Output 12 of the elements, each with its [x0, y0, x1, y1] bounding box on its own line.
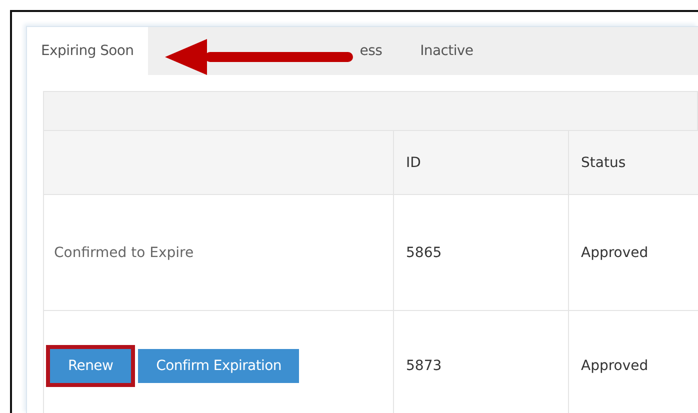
column-header: Status — [569, 130, 698, 194]
tab[interactable]: Expiring Soon — [27, 27, 148, 75]
table-cell: Approved — [569, 194, 698, 310]
table-cell: Approved — [569, 310, 698, 413]
confirm-expiration-button[interactable]: Confirm Expiration — [138, 348, 300, 382]
column-header: ID — [394, 130, 569, 194]
table-cell: 5865 — [394, 194, 569, 310]
table-cell: 5873 — [394, 310, 569, 413]
table-cell: Confirmed to Expire — [44, 194, 394, 310]
tab[interactable]: ess — [148, 27, 406, 75]
tab[interactable]: Inactive — [406, 27, 488, 75]
renew-button[interactable]: Renew — [50, 348, 132, 382]
